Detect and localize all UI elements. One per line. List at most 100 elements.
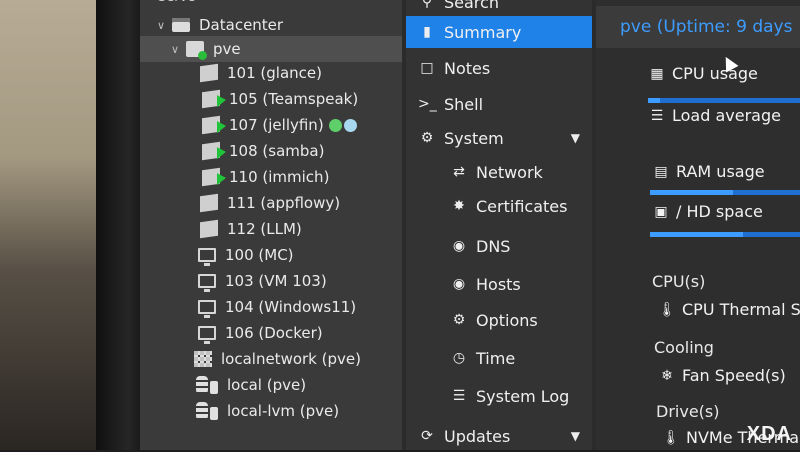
tree-item-label: 107 (jellyfin) [229, 116, 324, 134]
collapse-caret-icon[interactable]: ∨ [168, 43, 182, 56]
menu-item-hosts[interactable]: ◉ Hosts [406, 268, 592, 300]
tree-item-vm[interactable]: 100 (MC) [198, 242, 294, 268]
menu-item-system[interactable]: ⚙ System ▼ [406, 122, 592, 154]
menu-label: Time [476, 348, 516, 368]
menu-item-notes[interactable]: □ Notes [406, 52, 592, 84]
node-icon [186, 41, 207, 60]
vm-monitor-icon [198, 300, 216, 318]
thermometer-icon: 🌡 [662, 429, 680, 446]
tree-item-label: 101 (glance) [227, 64, 322, 82]
chevron-down-icon[interactable]: ▼ [571, 131, 580, 145]
menu-item-options[interactable]: ⚙ Options [406, 304, 592, 336]
gears-icon: ⚙ [420, 130, 434, 146]
tree-item-label: localnetwork (pve) [221, 350, 361, 368]
cpu-chip-icon: ▦ [650, 65, 664, 82]
book-icon: ▮ [423, 24, 431, 40]
tag-green-icon [328, 118, 342, 132]
snowflake-icon: ❄ [661, 367, 673, 384]
menu-item-network[interactable]: ⇄ Network [406, 156, 592, 188]
menu-label: DNS [476, 236, 511, 256]
load-average-row: ☰ Load average [648, 106, 781, 125]
menu-label: Updates [444, 426, 511, 446]
gear-icon: ⚙ [452, 312, 466, 328]
tree-item-container[interactable]: 105 (Teamspeak) [202, 86, 358, 112]
fan-speed-row: ❄ Fan Speed(s) [658, 366, 786, 385]
chevron-down-icon[interactable]: ▼ [571, 429, 580, 443]
menu-label: Certificates [476, 196, 568, 216]
tree-item-label: 104 (Windows11) [225, 298, 357, 316]
tag-blue-icon [343, 118, 357, 132]
load-average-label: Load average [672, 106, 781, 125]
menu-item-shell[interactable]: >_ Shell [406, 88, 592, 120]
tree-item-container[interactable]: 101 (glance) [200, 60, 322, 86]
hd-space-label: / HD space [676, 202, 763, 221]
tree-item-label: 112 (LLM) [227, 220, 302, 238]
menu-label: Hosts [476, 274, 521, 294]
tree-item-container[interactable]: 112 (LLM) [200, 216, 302, 242]
ram-usage-row: ▤ RAM usage [652, 162, 764, 181]
container-running-icon [202, 141, 220, 161]
cpus-section-title: CPU(s) [652, 272, 706, 291]
drives-section-title: Drive(s) [656, 402, 720, 421]
menu-item-system-log[interactable]: ☰ System Log [406, 380, 592, 412]
hdd-icon: ▣ [654, 203, 668, 220]
collapse-caret-icon[interactable]: ∨ [154, 19, 168, 32]
node-menu: ⚲ Search ▮ Summary □ Notes >_ Shell ⚙ Sy… [406, 0, 592, 450]
hd-space-row: ▣ / HD space [652, 202, 763, 221]
tree-item-datacenter[interactable]: ∨ Datacenter [154, 12, 283, 38]
tree-item-container[interactable]: 107 (jellyfin) [202, 112, 357, 138]
network-grid-icon [194, 351, 212, 367]
menu-item-dns[interactable]: ◉ DNS [406, 230, 592, 262]
tree-item-storage[interactable]: local (pve) [196, 372, 306, 398]
cpu-usage-bar [648, 98, 800, 103]
globe-icon: ◉ [452, 276, 466, 292]
hd-space-bar [650, 232, 800, 237]
menu-item-updates[interactable]: ⟳ Updates ▼ [406, 420, 592, 452]
tree-item-label: 105 (Teamspeak) [229, 90, 359, 108]
tree-item-container[interactable]: 110 (immich) [202, 164, 329, 190]
list-icon: ☰ [650, 107, 664, 124]
tree-item-label: 100 (MC) [225, 246, 294, 264]
tree-item-label: local-lvm (pve) [227, 402, 340, 420]
monitor-bezel [96, 0, 142, 450]
tree-item-vm[interactable]: 106 (Docker) [198, 320, 323, 346]
notes-icon: □ [420, 60, 434, 76]
resource-tree: Serve ∨ Datacenter ∨ pve 101 (glance) 10… [140, 0, 402, 450]
container-running-icon [202, 89, 220, 109]
menu-item-certificates[interactable]: ✸ Certificates [406, 190, 592, 222]
xda-logo: XDA [746, 423, 792, 445]
tree-item-label: 110 (immich) [229, 168, 330, 186]
tree-item-storage[interactable]: local-lvm (pve) [196, 398, 339, 424]
page-title: pve (Uptime: 9 days [596, 6, 800, 48]
tree-item-pve[interactable]: ∨ pve [140, 36, 402, 62]
menu-label: Notes [444, 58, 491, 78]
cpu-thermal-label: CPU Thermal S [682, 300, 800, 319]
vm-monitor-icon [198, 274, 216, 292]
tree-item-vm[interactable]: 103 (VM 103) [198, 268, 327, 294]
ram-usage-fill [650, 190, 733, 195]
cpu-usage-label: CPU usage [672, 64, 758, 83]
tree-item-label: 108 (samba) [229, 142, 325, 160]
tree-item-vm[interactable]: 104 (Windows11) [198, 294, 356, 320]
tree-item-network[interactable]: localnetwork (pve) [194, 346, 361, 372]
vm-monitor-icon [198, 248, 216, 266]
globe-icon: ◉ [452, 238, 466, 254]
storage-icon [196, 402, 218, 420]
refresh-icon: ⟳ [421, 428, 433, 444]
menu-label: System Log [476, 386, 570, 406]
memory-icon: ▤ [654, 163, 668, 180]
storage-icon [196, 376, 218, 394]
fan-speed-label: Fan Speed(s) [682, 366, 786, 385]
certificate-icon: ✸ [453, 198, 465, 214]
tree-item-label: 111 (appflowy) [227, 194, 341, 212]
cpu-thermal-row: 🌡 CPU Thermal S [658, 300, 800, 319]
tree-item-container[interactable]: 111 (appflowy) [200, 190, 340, 216]
tree-item-container[interactable]: 108 (samba) [202, 138, 324, 164]
terminal-icon: >_ [418, 96, 437, 112]
container-icon [200, 63, 218, 83]
vm-monitor-icon [198, 326, 216, 344]
menu-label: Summary [444, 22, 522, 42]
list-icon: ☰ [452, 388, 466, 404]
menu-item-time[interactable]: ◷ Time [406, 342, 592, 374]
menu-item-summary[interactable]: ▮ Summary [406, 16, 592, 48]
